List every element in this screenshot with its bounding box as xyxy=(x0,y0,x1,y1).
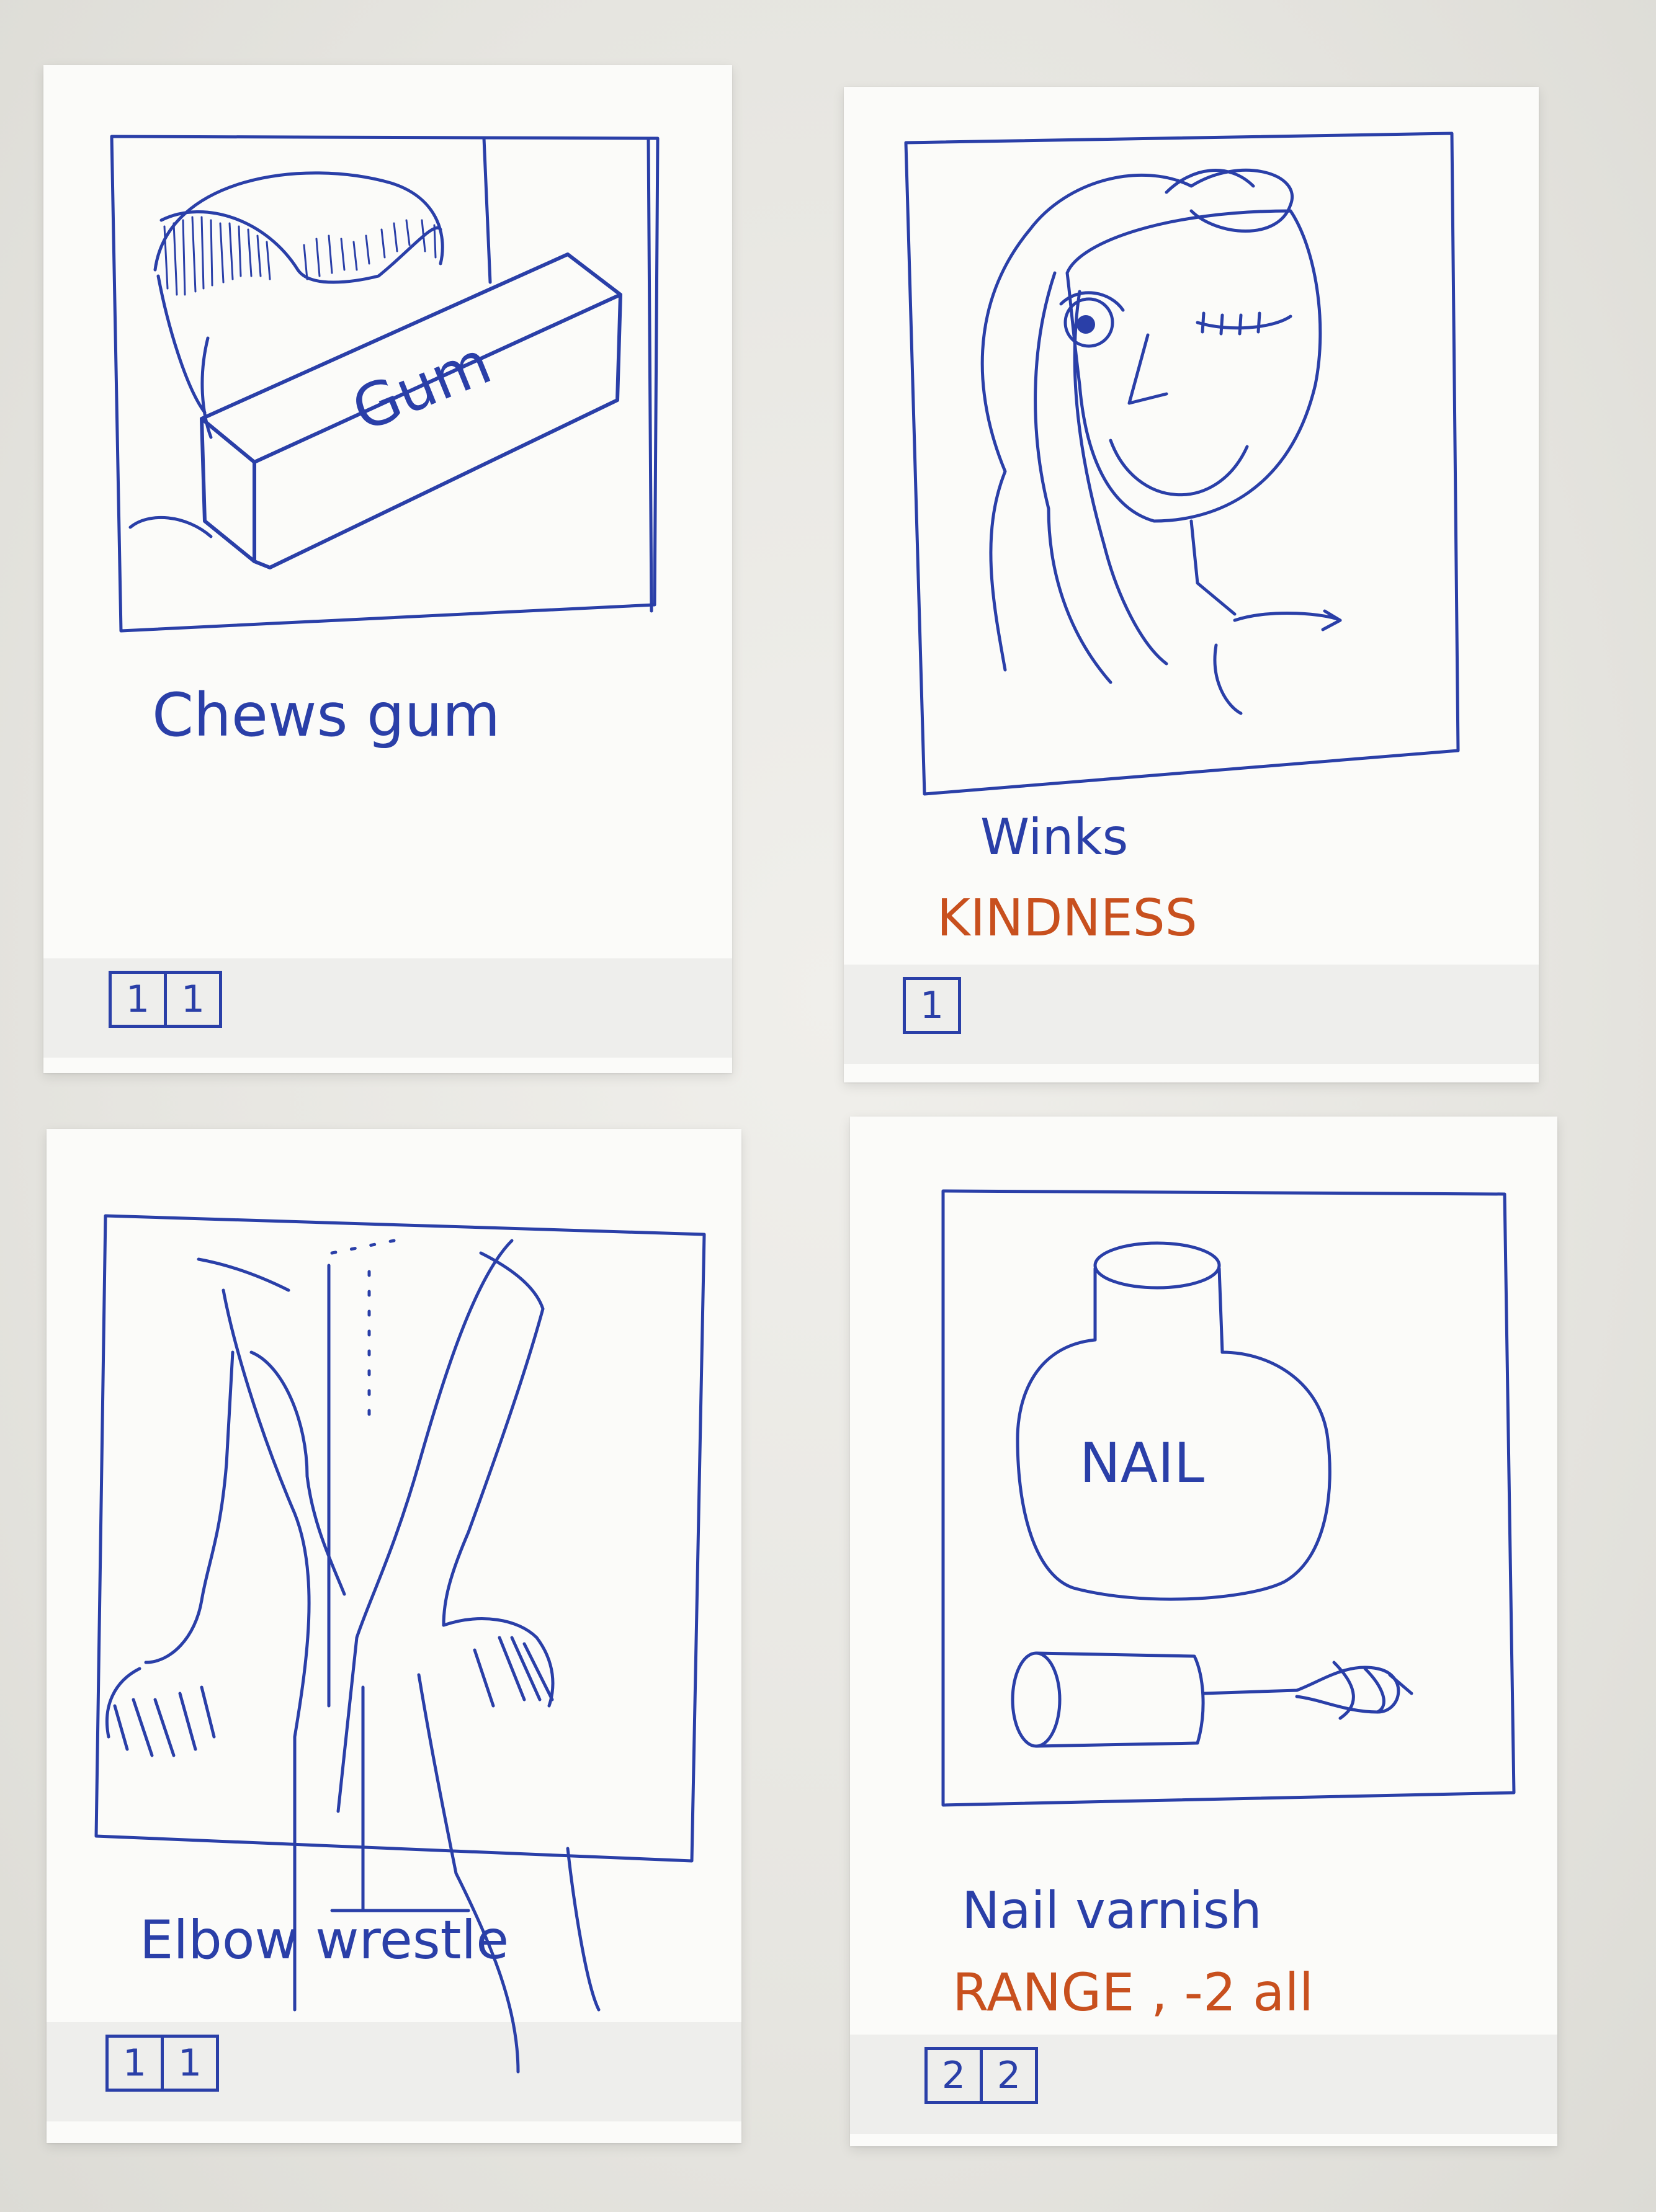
card-nail-varnish[interactable]: NAIL Nail varnish RANGE , -2 all 2 2 xyxy=(850,1117,1557,2146)
stat-box: 1 xyxy=(109,2038,164,2089)
elbow-wrestle-drawing xyxy=(94,1214,706,2074)
card-stat-boxes: 1 1 xyxy=(105,2035,219,2092)
card-chews-gum[interactable]: Gum Chews gum 1 1 xyxy=(43,65,732,1073)
stat-box: 1 xyxy=(181,978,205,1021)
card-caption: Winks xyxy=(980,808,1129,866)
card-winks[interactable]: Winks KINDNESS 1 xyxy=(844,87,1539,1082)
nail-bottle-text: NAIL xyxy=(1080,1431,1205,1495)
card-elbow-wrestle[interactable]: Elbow wrestle 1 1 xyxy=(47,1129,741,2143)
card-stat-boxes: 2 2 xyxy=(924,2047,1038,2104)
card-caption: Elbow wrestle xyxy=(140,1909,509,1971)
stat-box: 1 xyxy=(920,984,944,1027)
card-caption: Chews gum xyxy=(152,680,501,750)
stat-box: 2 xyxy=(928,2050,983,2101)
stat-box: 1 xyxy=(177,2041,202,2085)
photo-background: Gum Chews gum 1 1 Winks KINDNESS 1 Elbow… xyxy=(0,0,1656,2212)
card-stat-boxes: 1 xyxy=(903,977,961,1034)
card-effect: RANGE , -2 all xyxy=(952,1962,1314,2023)
stat-box: 1 xyxy=(112,974,167,1025)
card-caption: Nail varnish xyxy=(962,1881,1262,1940)
card-effect: KINDNESS xyxy=(937,889,1197,948)
stat-box: 2 xyxy=(996,2054,1021,2097)
card-stat-boxes: 1 1 xyxy=(109,971,222,1028)
gum-drawing xyxy=(110,135,660,633)
